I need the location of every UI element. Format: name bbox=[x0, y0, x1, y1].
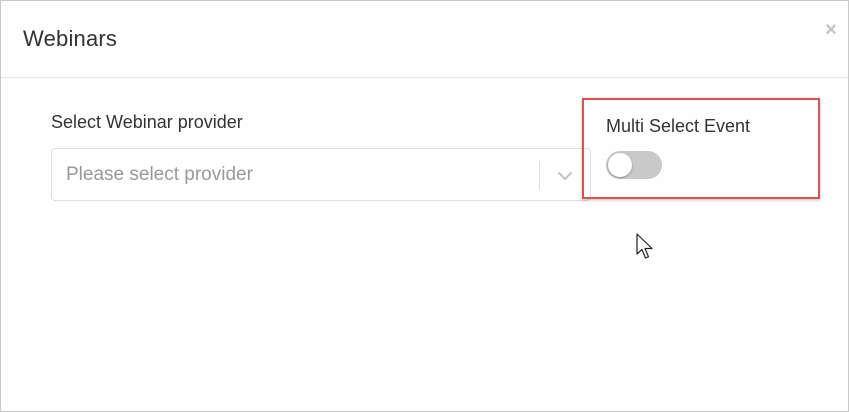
modal-title: Webinars bbox=[23, 26, 118, 51]
select-separator bbox=[539, 161, 540, 190]
multi-select-event-toggle[interactable] bbox=[606, 151, 662, 179]
toggle-knob bbox=[608, 153, 632, 177]
webinars-modal: Webinars × Select Webinar provider Pleas… bbox=[0, 0, 849, 412]
close-icon: × bbox=[825, 18, 837, 41]
provider-select-placeholder: Please select provider bbox=[66, 164, 253, 185]
mouse-cursor-icon bbox=[636, 233, 653, 259]
multi-select-event-label: Multi Select Event bbox=[606, 116, 751, 136]
provider-select[interactable]: Please select provider bbox=[51, 148, 591, 201]
modal-header: Webinars × bbox=[1, 1, 848, 78]
highlight-annotation bbox=[582, 98, 820, 199]
chevron-down-icon[interactable] bbox=[555, 166, 575, 186]
close-button[interactable]: × bbox=[820, 19, 842, 41]
provider-label: Select Webinar provider bbox=[51, 112, 243, 132]
